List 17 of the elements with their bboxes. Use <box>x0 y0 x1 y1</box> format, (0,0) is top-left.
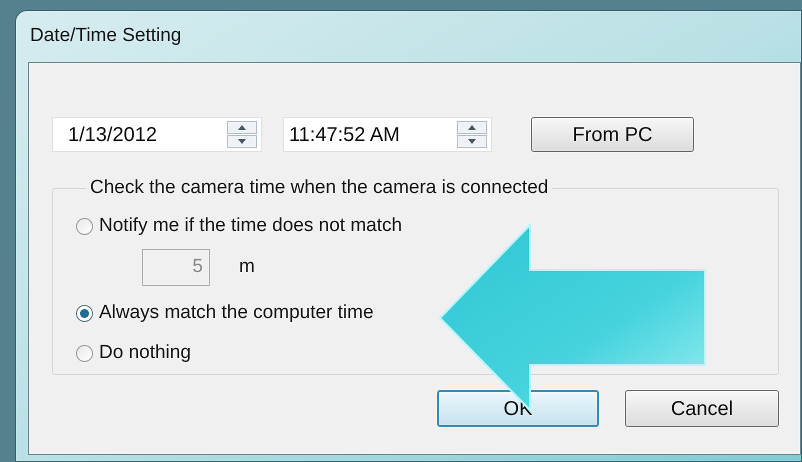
radio-button[interactable] <box>76 218 93 235</box>
cancel-button[interactable]: Cancel <box>625 390 779 427</box>
radio-button[interactable] <box>76 345 93 362</box>
unit-label: m <box>239 254 255 279</box>
option-label: Notify me if the time does not match <box>99 214 402 238</box>
from-pc-button[interactable]: From PC <box>531 117 694 152</box>
date-value: 1/13/2012 <box>68 122 157 148</box>
time-field[interactable]: 11:47:52 AM <box>283 117 492 152</box>
option-label: Always match the computer time <box>99 301 374 326</box>
option-label: Do nothing <box>99 341 191 366</box>
window-title: Date/Time Setting <box>30 24 182 48</box>
radio-button[interactable] <box>76 305 93 322</box>
spinner-icon[interactable] <box>457 121 487 148</box>
spinner-icon[interactable] <box>227 121 257 148</box>
date-field[interactable]: 1/13/2012 <box>52 117 262 152</box>
time-value: 11:47:52 AM <box>289 122 400 148</box>
group-title: Check the camera time when the camera is connected <box>89 176 550 200</box>
